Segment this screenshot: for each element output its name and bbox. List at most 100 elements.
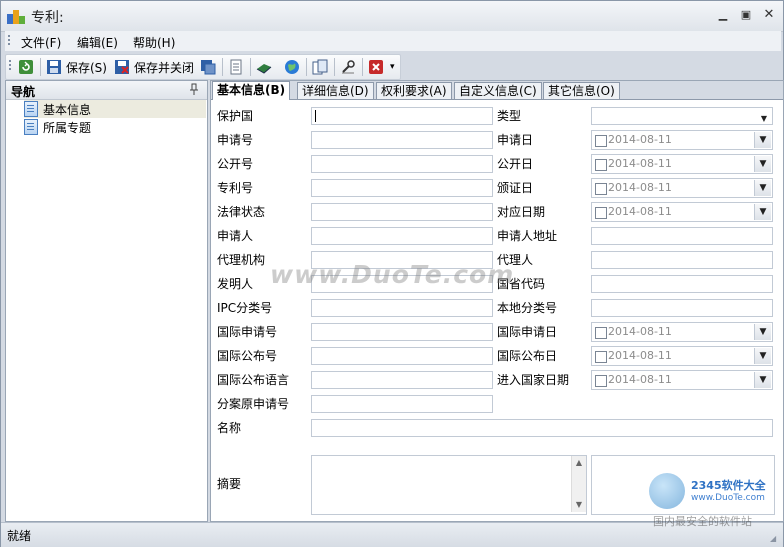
agent-input[interactable]: [591, 251, 773, 269]
chevron-down-icon[interactable]: ▼: [754, 156, 771, 172]
tab-claims[interactable]: 权利要求(A): [376, 82, 452, 99]
date-enable-checkbox[interactable]: [595, 207, 607, 219]
date-value: 2014-08-11: [608, 325, 672, 338]
chevron-down-icon[interactable]: ▼: [754, 204, 771, 220]
logo-title: 2345软件大全: [691, 479, 766, 492]
intl-application-date-picker[interactable]: 2014-08-11 ▼: [591, 322, 773, 342]
applicant-address-input[interactable]: [591, 227, 773, 245]
tab-custom-info[interactable]: 自定义信息(C): [454, 82, 542, 99]
patent-number-input[interactable]: [311, 179, 493, 197]
nav-item-topics[interactable]: 所属专题: [24, 118, 206, 136]
legal-status-input[interactable]: [311, 203, 493, 221]
application-date-picker[interactable]: 2014-08-11 ▼: [591, 130, 773, 150]
label-divisional-original-number: 分案原申请号: [217, 397, 290, 411]
menu-file[interactable]: 文件(F): [21, 34, 61, 51]
intl-publication-date-picker[interactable]: 2014-08-11 ▼: [591, 346, 773, 366]
date-enable-checkbox[interactable]: [595, 183, 607, 195]
pin-icon[interactable]: [189, 83, 199, 98]
toolbar-separator: [222, 58, 223, 76]
local-class-input[interactable]: [591, 299, 773, 317]
publication-number-input[interactable]: [311, 155, 493, 173]
intl-application-number-input[interactable]: [311, 323, 493, 341]
globe-icon: [284, 59, 300, 75]
national-entry-date-picker[interactable]: 2014-08-11 ▼: [591, 370, 773, 390]
corresponding-date-picker[interactable]: 2014-08-11 ▼: [591, 202, 773, 222]
scroll-up-icon[interactable]: ▲: [572, 456, 586, 470]
date-enable-checkbox[interactable]: [595, 159, 607, 171]
applicant-input[interactable]: [311, 227, 493, 245]
text-caret: [315, 110, 316, 122]
logo-url: www.DuoTe.com: [691, 493, 765, 503]
type-select[interactable]: ▼: [591, 107, 773, 125]
date-value: 2014-08-11: [608, 133, 672, 146]
chevron-down-icon: ▼: [760, 114, 767, 123]
label-name: 名称: [217, 421, 242, 435]
chevron-down-icon[interactable]: ▼: [754, 324, 771, 340]
site-logo-watermark: 2345软件大全 www.DuoTe.com 国内最安全的软件站: [647, 471, 781, 529]
name-input[interactable]: [311, 419, 773, 437]
chevron-down-icon[interactable]: ▼: [754, 132, 771, 148]
label-patent-number: 专利号: [217, 181, 254, 195]
toolbar-grip[interactable]: [9, 60, 12, 72]
scroll-down-icon[interactable]: ▼: [572, 498, 586, 512]
tools-button[interactable]: [340, 57, 356, 77]
scrollbar[interactable]: ▲ ▼: [571, 456, 586, 512]
label-inventor: 发明人: [217, 277, 254, 291]
date-value: 2014-08-11: [608, 205, 672, 218]
intl-publication-language-input[interactable]: [311, 371, 493, 389]
label-grant-date: 颁证日: [497, 181, 534, 195]
nav-item-basic-info[interactable]: 基本信息: [24, 100, 206, 118]
ipc-class-input[interactable]: [311, 299, 493, 317]
grant-date-picker[interactable]: 2014-08-11 ▼: [591, 178, 773, 198]
protection-country-input[interactable]: [311, 107, 493, 125]
chevron-down-icon[interactable]: ▼: [754, 180, 771, 196]
menu-edit[interactable]: 编辑(E): [77, 34, 118, 51]
label-intl-publication-number: 国际公布号: [217, 349, 278, 363]
application-number-input[interactable]: [311, 131, 493, 149]
label-corresponding-date: 对应日期: [497, 205, 546, 219]
save-button[interactable]: 保存(S): [46, 57, 107, 77]
delete-button[interactable]: [368, 57, 384, 77]
tools-icon: [340, 59, 356, 75]
toolbar-overflow-icon[interactable]: ▾: [390, 62, 395, 72]
date-enable-checkbox[interactable]: [595, 351, 607, 363]
save-label: 保存(S): [66, 60, 107, 75]
date-enable-checkbox[interactable]: [595, 375, 607, 387]
label-applicant-address: 申请人地址: [497, 229, 558, 243]
document-button[interactable]: [228, 57, 244, 77]
label-national-entry-date: 进入国家日期: [497, 373, 570, 387]
chevron-down-icon[interactable]: ▼: [754, 348, 771, 364]
abstract-textarea[interactable]: ▲ ▼: [311, 455, 587, 515]
refresh-button[interactable]: [18, 57, 34, 77]
divisional-original-number-input[interactable]: [311, 395, 493, 413]
toolbar-separator: [362, 58, 363, 76]
province-code-input[interactable]: [591, 275, 773, 293]
close-icon[interactable]: ✕: [761, 8, 777, 22]
label-publication-date: 公开日: [497, 157, 534, 171]
tab-details[interactable]: 详细信息(D): [297, 82, 374, 99]
app-icon: [7, 8, 25, 24]
toolbar-separator: [306, 58, 307, 76]
menu-grip[interactable]: [8, 35, 11, 47]
minimize-icon[interactable]: ▁: [715, 8, 731, 22]
document-icon: [24, 101, 38, 117]
label-local-class: 本地分类号: [497, 301, 558, 315]
date-enable-checkbox[interactable]: [595, 327, 607, 339]
date-value: 2014-08-11: [608, 373, 672, 386]
resize-grip-icon[interactable]: ◢: [770, 534, 780, 544]
maximize-icon[interactable]: ▣: [738, 8, 754, 22]
label-abstract: 摘要: [217, 477, 242, 491]
toolbar-separator: [250, 58, 251, 76]
date-enable-checkbox[interactable]: [595, 135, 607, 147]
book-button[interactable]: [256, 57, 272, 77]
tab-basic-info[interactable]: 基本信息(B): [212, 81, 291, 100]
save-close-button[interactable]: 保存并关闭: [114, 57, 194, 77]
copy-button[interactable]: [312, 57, 328, 77]
save-as-button[interactable]: [200, 57, 216, 77]
intl-publication-number-input[interactable]: [311, 347, 493, 365]
chevron-down-icon[interactable]: ▼: [754, 372, 771, 388]
menu-help[interactable]: 帮助(H): [133, 34, 175, 51]
publication-date-picker[interactable]: 2014-08-11 ▼: [591, 154, 773, 174]
tab-other-info[interactable]: 其它信息(O): [543, 82, 620, 99]
globe-button[interactable]: [284, 57, 300, 77]
